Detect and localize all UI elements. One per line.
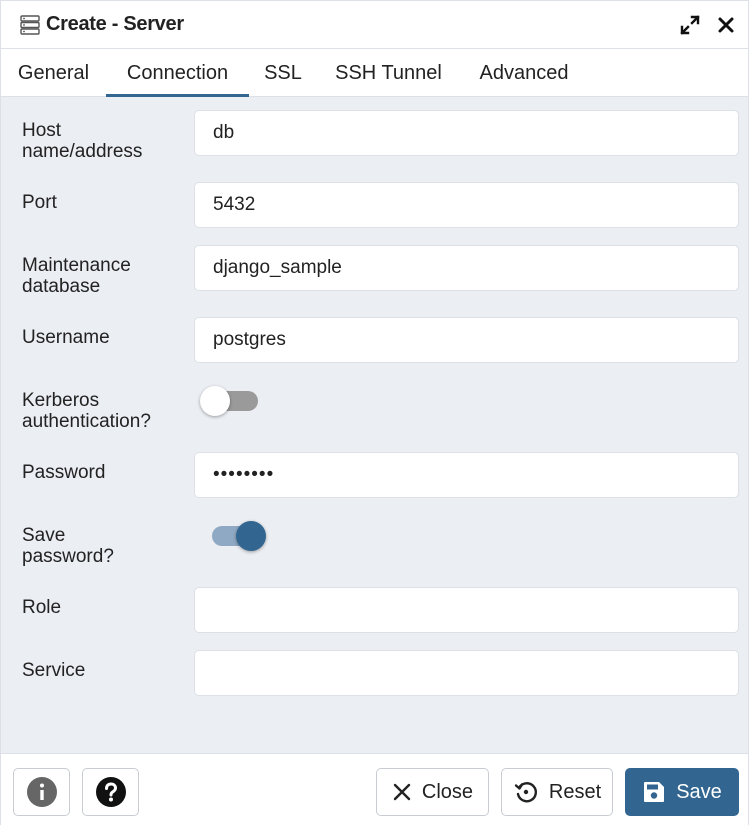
port-label: Port bbox=[22, 192, 57, 213]
tab-advanced[interactable]: Advanced bbox=[460, 49, 588, 97]
close-x-icon bbox=[393, 783, 411, 801]
kerberos-toggle[interactable] bbox=[200, 382, 266, 420]
dialog-footer: Close Reset Save bbox=[1, 753, 748, 825]
help-button[interactable] bbox=[82, 768, 139, 816]
create-server-dialog: Create - Server General Connection SSL S… bbox=[0, 0, 749, 825]
help-icon bbox=[95, 777, 126, 807]
kerberos-toggle-thumb bbox=[200, 386, 230, 416]
service-input[interactable] bbox=[194, 650, 739, 696]
close-icon[interactable] bbox=[715, 14, 737, 36]
connection-form: Host name/address Port Maintenance datab… bbox=[1, 97, 748, 753]
password-input[interactable] bbox=[194, 452, 739, 498]
username-input[interactable] bbox=[194, 317, 739, 363]
tab-connection[interactable]: Connection bbox=[106, 49, 249, 97]
port-input[interactable] bbox=[194, 182, 739, 228]
role-input[interactable] bbox=[194, 587, 739, 633]
expand-icon[interactable] bbox=[679, 14, 701, 36]
close-button[interactable]: Close bbox=[376, 768, 489, 816]
dialog-title: Create - Server bbox=[46, 13, 184, 35]
kerberos-label: Kerberos authentication? bbox=[22, 390, 151, 432]
role-label: Role bbox=[22, 597, 62, 618]
save-password-label: Save password? bbox=[22, 525, 114, 567]
tab-ssh-tunnel[interactable]: SSH Tunnel bbox=[317, 49, 460, 97]
password-label: Password bbox=[22, 462, 106, 483]
service-label: Service bbox=[22, 660, 86, 681]
info-button[interactable] bbox=[13, 768, 70, 816]
server-icon bbox=[20, 15, 40, 35]
host-label: Host name/address bbox=[22, 120, 143, 162]
tab-ssl[interactable]: SSL bbox=[249, 49, 317, 97]
maintenance-db-label: Maintenance database bbox=[22, 255, 131, 297]
username-label: Username bbox=[22, 327, 110, 348]
save-password-toggle-thumb bbox=[236, 521, 266, 551]
info-icon bbox=[26, 777, 57, 807]
maintenance-db-input[interactable] bbox=[194, 245, 739, 291]
save-button[interactable]: Save bbox=[625, 768, 739, 816]
save-password-toggle[interactable] bbox=[200, 517, 266, 555]
dialog-titlebar[interactable]: Create - Server bbox=[1, 1, 748, 49]
reset-icon bbox=[514, 782, 537, 803]
host-input[interactable] bbox=[194, 110, 739, 156]
tab-bar: General Connection SSL SSH Tunnel Advanc… bbox=[1, 49, 748, 97]
save-icon bbox=[644, 782, 665, 802]
reset-button[interactable]: Reset bbox=[501, 768, 613, 816]
tab-general[interactable]: General bbox=[1, 49, 106, 97]
